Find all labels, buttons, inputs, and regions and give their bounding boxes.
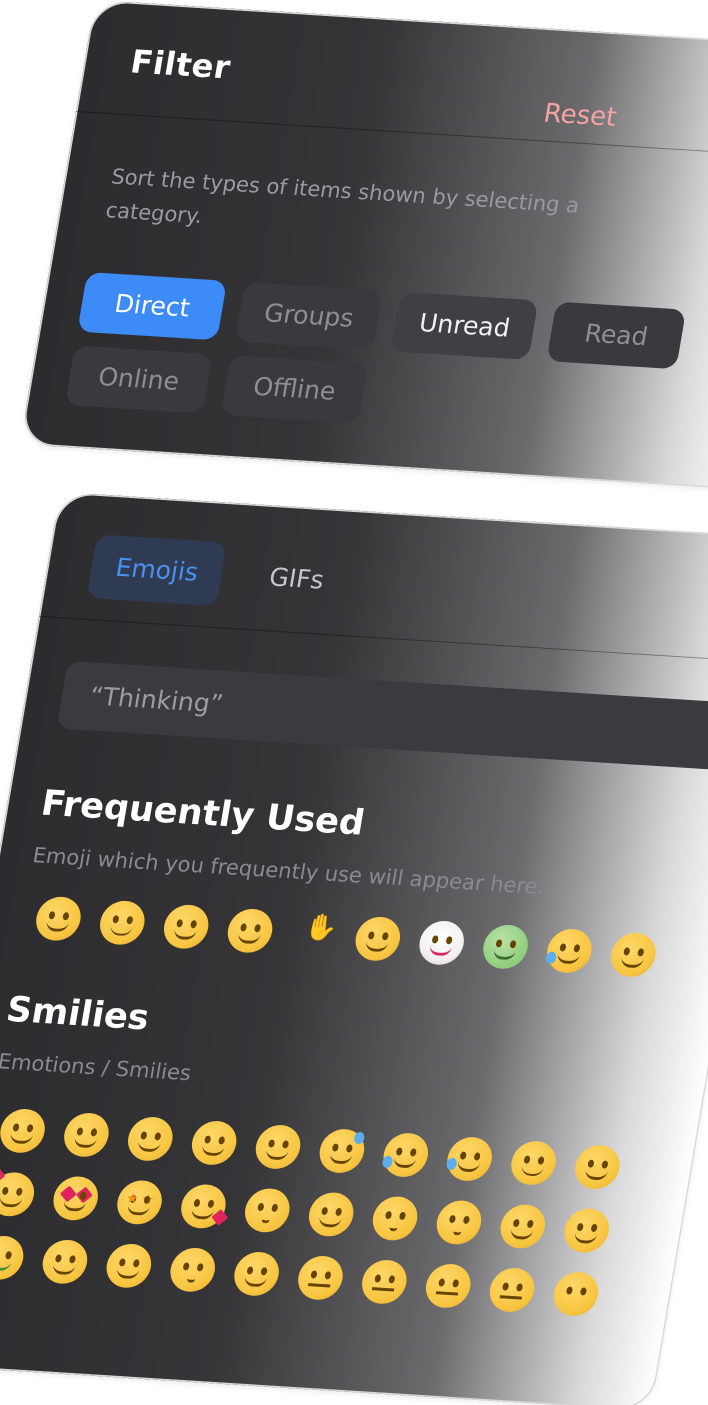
star-struck-icon[interactable]: ★ ★ <box>113 1179 166 1226</box>
grinning-squinting-face-icon[interactable] <box>252 1123 304 1171</box>
emoji-panel: Emojis GIFs “Thinking” Frequently Used E… <box>0 492 708 1405</box>
grinning-face-big-eyes-icon[interactable] <box>60 1111 113 1159</box>
shushing-face-icon[interactable] <box>167 1246 219 1294</box>
thinking-face-icon[interactable] <box>230 1250 283 1298</box>
thinking-face-icon[interactable] <box>32 895 85 942</box>
frequently-used-subtitle: Emoji which you frequently use will appe… <box>30 843 547 900</box>
tab-emojis[interactable]: Emojis <box>86 534 228 607</box>
category-chips: Direct Groups Unread Read Online Offline <box>64 272 706 424</box>
filter-title: Filter <box>127 42 234 87</box>
face-blowing-kiss-icon[interactable] <box>177 1183 230 1230</box>
smirking-face-icon[interactable] <box>160 903 212 950</box>
cowboy-face-icon[interactable] <box>352 915 404 963</box>
face-with-head-bandage-icon[interactable] <box>96 899 148 946</box>
sign-of-horns-icon[interactable]: ✋ <box>288 912 340 958</box>
clown-face-icon[interactable] <box>416 919 468 967</box>
chip-online[interactable]: Online <box>64 345 213 414</box>
grinning-face-sweat-icon[interactable] <box>316 1127 368 1175</box>
emoji-tabs: Emojis GIFs <box>38 492 708 664</box>
smilies-title: Smilies <box>3 989 153 1039</box>
face-with-hand-over-mouth-icon[interactable] <box>103 1242 155 1290</box>
tab-gifs[interactable]: GIFs <box>240 544 353 614</box>
chip-read[interactable]: Read <box>546 301 687 370</box>
filter-description: Sort the types of items shown by selecti… <box>103 164 582 229</box>
face-with-raised-eyebrow-icon[interactable] <box>358 1258 410 1306</box>
kissing-face-icon[interactable] <box>241 1187 293 1234</box>
upside-down-face-icon[interactable] <box>571 1143 624 1191</box>
smiling-face-icon[interactable] <box>305 1191 357 1238</box>
canvas: Filter Reset Sort the types of items sho… <box>0 0 708 1405</box>
zipper-mouth-face-icon[interactable] <box>294 1254 347 1302</box>
rolling-on-floor-laughing-icon[interactable] <box>380 1131 432 1179</box>
kissing-face-smiling-eyes-icon[interactable] <box>433 1199 485 1246</box>
beaming-face-icon[interactable] <box>188 1119 240 1167</box>
smiling-face-with-hearts-icon[interactable] <box>0 1166 38 1218</box>
reset-button[interactable]: Reset <box>541 99 619 133</box>
face-without-mouth-icon[interactable] <box>550 1270 602 1318</box>
filter-header: Filter Reset <box>76 0 708 158</box>
chip-groups[interactable]: Groups <box>234 281 383 351</box>
frequently-used-row: ✋ <box>32 895 659 979</box>
chip-direct[interactable]: Direct <box>77 272 228 341</box>
kissing-face-closed-eyes-icon[interactable] <box>369 1195 421 1242</box>
face-with-tears-of-joy-icon[interactable] <box>444 1135 496 1183</box>
emoji-search-input[interactable]: “Thinking” <box>56 660 708 771</box>
hugging-face-icon[interactable] <box>39 1238 91 1286</box>
chip-offline[interactable]: Offline <box>220 355 369 424</box>
smiling-face-icon[interactable] <box>607 931 659 979</box>
heart-eyes-icon[interactable] <box>50 1175 102 1222</box>
smilies-subtitle: Emotions / Smilies <box>0 1049 193 1086</box>
face-with-tongue-icon[interactable] <box>561 1207 613 1254</box>
filter-panel: Filter Reset Sort the types of items sho… <box>19 0 708 490</box>
grinning-face-icon[interactable] <box>0 1107 49 1155</box>
frequently-used-title: Frequently Used <box>38 783 368 844</box>
expressionless-face-icon[interactable] <box>486 1266 538 1314</box>
neutral-face-icon[interactable] <box>422 1262 474 1310</box>
chip-unread[interactable]: Unread <box>390 291 539 360</box>
slightly-smiling-face-icon[interactable] <box>507 1139 560 1187</box>
rolling-on-floor-laughing-icon[interactable] <box>543 927 596 975</box>
hugging-face-icon[interactable] <box>224 907 276 954</box>
money-mouth-face-icon[interactable] <box>0 1234 27 1282</box>
grinning-face-smiling-eyes-icon[interactable] <box>124 1115 176 1163</box>
face-savoring-food-icon[interactable] <box>497 1203 549 1250</box>
nauseated-face-icon[interactable] <box>479 923 532 971</box>
